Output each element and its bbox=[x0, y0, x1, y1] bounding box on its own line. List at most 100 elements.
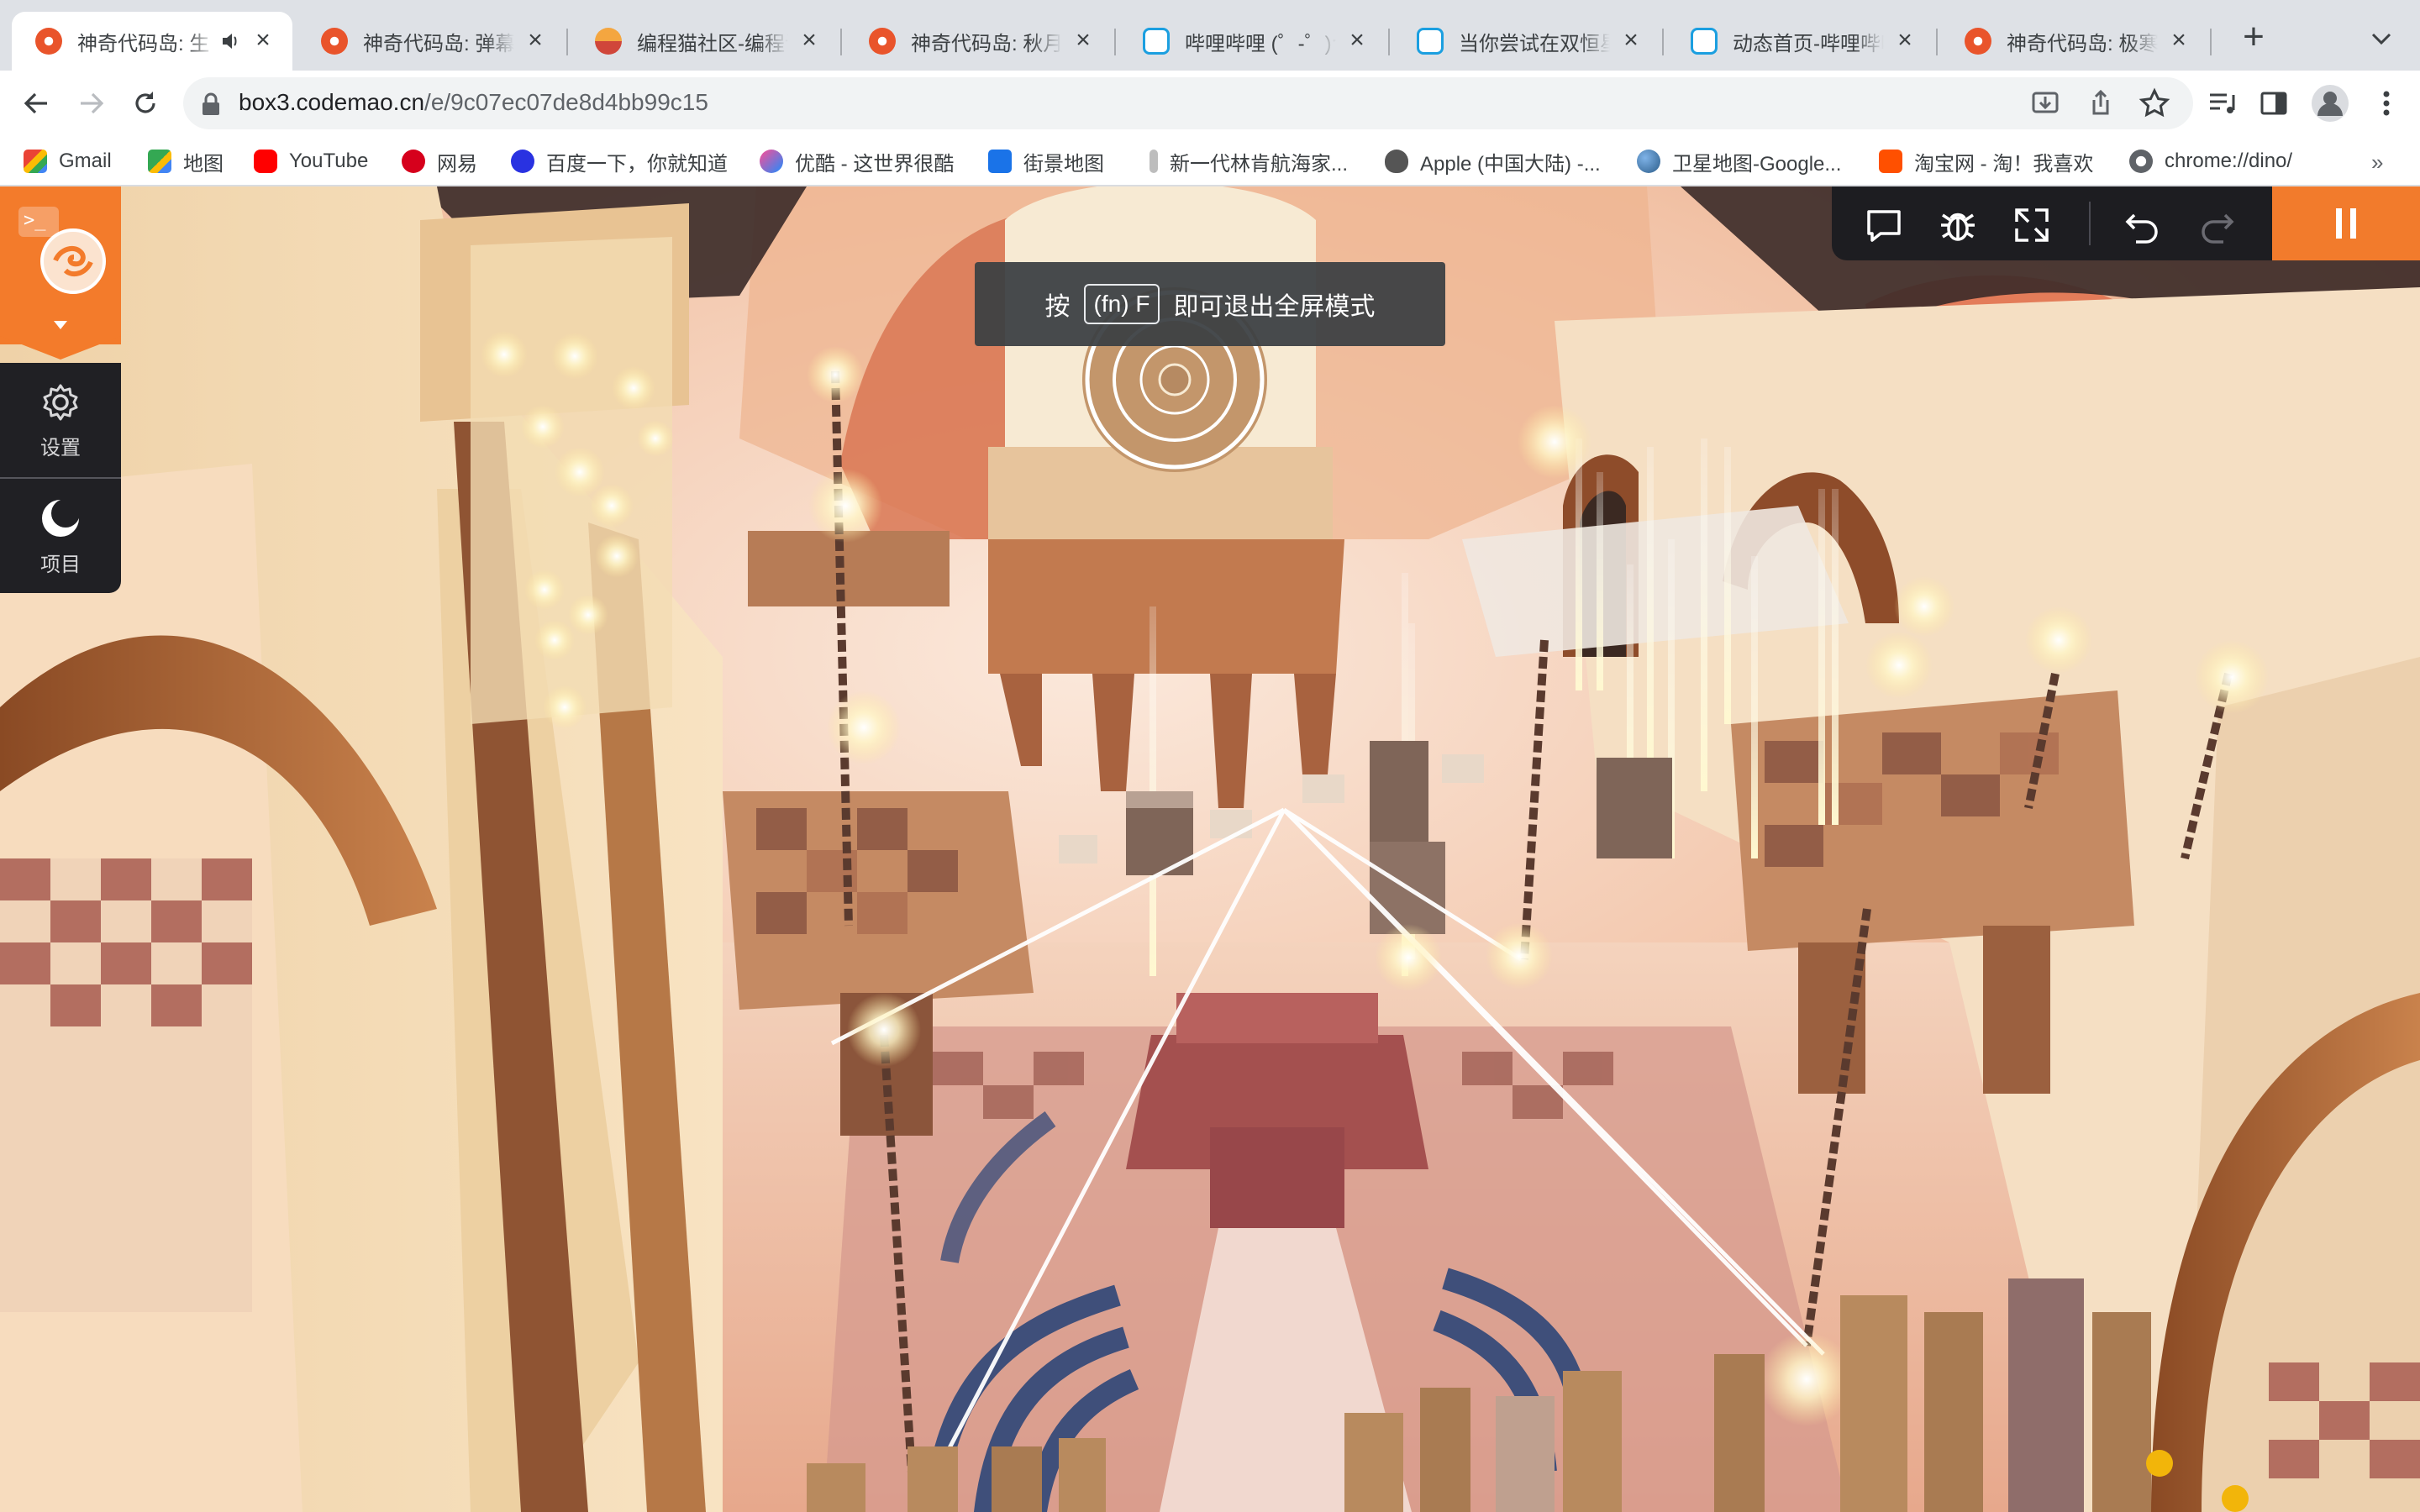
url-host: box3.codemao.cn bbox=[239, 89, 425, 115]
reload-button[interactable] bbox=[126, 84, 165, 123]
tab[interactable]: 神奇代码岛: 极寒之 × bbox=[1941, 12, 2208, 71]
menu-divider bbox=[0, 477, 121, 479]
tab-title: 神奇代码岛: 极寒之 bbox=[2007, 32, 2158, 55]
bookmark-lincoln[interactable]: 新一代林肯航海家... bbox=[1141, 144, 1348, 178]
bookmark-label: Apple (中国大陆) -... bbox=[1420, 152, 1601, 176]
url-path: /e/9c07ec07de8d4bb99c15 bbox=[424, 89, 708, 115]
tab[interactable]: 动态首页-哔哩哔哩 × bbox=[1667, 12, 1934, 71]
bookmark-youku[interactable]: 优酷 - 这世界很酷 bbox=[760, 144, 954, 178]
bookmark-baidu[interactable]: 百度一下，你就知道 bbox=[511, 144, 728, 178]
fullscreen-exit-hint: 按 (fn) F 即可退出全屏模式 bbox=[975, 262, 1445, 346]
bookmark-label: 街景地图 bbox=[1023, 152, 1104, 176]
close-tab-icon[interactable]: × bbox=[1892, 28, 1918, 54]
reload-icon bbox=[135, 92, 155, 113]
bookmark-label: 淘宝网 - 淘！我喜欢 bbox=[1914, 152, 2094, 176]
left-checker-floor bbox=[0, 858, 252, 1312]
close-tab-icon[interactable]: × bbox=[1071, 28, 1096, 54]
side-panel-icon[interactable] bbox=[2257, 87, 2291, 120]
kebab-menu-icon[interactable] bbox=[2370, 87, 2403, 120]
arrow-right-icon bbox=[81, 92, 104, 114]
bookmark-youtube[interactable]: YouTube bbox=[254, 144, 368, 178]
undo-icon[interactable] bbox=[2123, 205, 2163, 245]
tab-active[interactable]: 神奇代码岛: 生 × bbox=[12, 12, 292, 71]
bookmarks-overflow-button[interactable]: » bbox=[2371, 150, 2383, 176]
codemao-icon bbox=[35, 28, 62, 55]
close-tab-icon[interactable]: × bbox=[797, 28, 822, 54]
bookmark-label: 地图 bbox=[183, 152, 224, 176]
box3-logo[interactable] bbox=[40, 228, 106, 294]
bookmark-maps[interactable]: 地图 bbox=[148, 144, 224, 178]
menu-item-settings[interactable]: 设置 bbox=[0, 366, 121, 475]
install-app-icon[interactable] bbox=[2028, 87, 2062, 120]
bookmark-gmail[interactable]: Gmail bbox=[24, 144, 112, 178]
tab-title: 神奇代码岛: 弹幕游 bbox=[363, 32, 514, 55]
hint-suffix: 即可退出全屏模式 bbox=[1173, 293, 1376, 321]
bug-icon[interactable] bbox=[1938, 205, 1978, 245]
profile-avatar-icon[interactable] bbox=[2311, 84, 2349, 123]
bookmark-label: 百度一下，你就知道 bbox=[546, 152, 728, 176]
media-control-icon[interactable] bbox=[2205, 87, 2238, 120]
baidu-icon bbox=[511, 150, 534, 173]
tab-title: 哔哩哔哩 (゜-゜)つ bbox=[1185, 32, 1336, 55]
taobao-icon bbox=[1879, 150, 1902, 173]
pause-button[interactable] bbox=[2272, 186, 2420, 260]
close-tab-icon[interactable]: × bbox=[523, 28, 548, 54]
close-tab-icon[interactable]: × bbox=[250, 28, 276, 54]
codemao-cat-icon bbox=[595, 28, 622, 55]
bookmark-netease[interactable]: 网易 bbox=[402, 144, 477, 178]
share-icon[interactable] bbox=[2084, 87, 2118, 120]
tab[interactable]: 神奇代码岛: 秋月傳 × bbox=[845, 12, 1113, 71]
youku-icon bbox=[760, 150, 783, 173]
bookmark-taobao[interactable]: 淘宝网 - 淘！我喜欢 bbox=[1879, 144, 2093, 178]
comment-icon[interactable] bbox=[1864, 205, 1904, 245]
globe-icon bbox=[2129, 150, 2153, 173]
tab-separator bbox=[2210, 29, 2212, 55]
arrow-left-icon bbox=[24, 92, 47, 114]
dropdown-caret-icon[interactable] bbox=[52, 319, 69, 331]
new-tab-button[interactable]: + bbox=[2235, 18, 2272, 57]
bookmark-label: YouTube bbox=[289, 150, 369, 172]
bookmark-label: chrome://dino/ bbox=[2165, 150, 2293, 172]
menu-item-project[interactable]: 项目 bbox=[0, 482, 121, 591]
tab-separator bbox=[566, 29, 568, 55]
back-button[interactable] bbox=[17, 84, 55, 123]
bilibili-icon bbox=[1417, 28, 1444, 55]
apple-icon bbox=[1385, 150, 1408, 173]
bookmark-earth[interactable]: 卫星地图-Google... bbox=[1637, 144, 1841, 178]
tab[interactable]: 编程猫社区-编程论 × bbox=[571, 12, 839, 71]
chevron-down-icon[interactable] bbox=[2368, 25, 2395, 52]
close-tab-icon[interactable]: × bbox=[2166, 28, 2191, 54]
tab[interactable]: 当你尝试在双恒星 × bbox=[1393, 12, 1660, 71]
redo-icon[interactable] bbox=[2196, 205, 2237, 245]
youtube-icon bbox=[254, 150, 277, 173]
bookmark-streetview[interactable]: 街景地图 bbox=[988, 144, 1104, 178]
maps-icon bbox=[148, 150, 171, 173]
tab-separator bbox=[1388, 29, 1390, 55]
streetview-icon bbox=[988, 150, 1012, 173]
menu-item-label: 项目 bbox=[40, 553, 81, 576]
bookmark-label: Gmail bbox=[59, 150, 112, 172]
tab-separator bbox=[1114, 29, 1116, 55]
bookmark-label: 优酷 - 这世界很酷 bbox=[795, 152, 955, 176]
bookmark-dino[interactable]: chrome://dino/ bbox=[2129, 144, 2292, 178]
bookmark-star-icon[interactable] bbox=[2138, 87, 2171, 120]
bilibili-icon bbox=[1143, 28, 1170, 55]
url-text[interactable]: box3.codemao.cn/e/9c07ec07de8d4bb99c15 bbox=[239, 89, 708, 116]
gmail-icon bbox=[24, 150, 47, 173]
close-tab-icon[interactable]: × bbox=[1618, 28, 1644, 54]
forward-button[interactable] bbox=[72, 84, 111, 123]
tab[interactable]: 哔哩哔哩 (゜-゜)つ × bbox=[1119, 12, 1386, 71]
tab-separator bbox=[1936, 29, 1938, 55]
bookmark-label: 新一代林肯航海家... bbox=[1170, 152, 1349, 176]
tab-title: 编程猫社区-编程论 bbox=[637, 32, 788, 55]
tab-separator bbox=[840, 29, 842, 55]
speaker-icon[interactable] bbox=[220, 30, 242, 52]
editor-side-panel: >_ 设置 项目 bbox=[0, 186, 121, 593]
game-viewport[interactable]: 按 (fn) F 即可退出全屏模式 bbox=[0, 186, 2420, 1512]
bookmark-apple[interactable]: Apple (中国大陆) -... bbox=[1385, 144, 1601, 178]
address-bar[interactable]: box3.codemao.cn/e/9c07ec07de8d4bb99c15 bbox=[183, 77, 2193, 129]
fullscreen-icon[interactable] bbox=[2012, 205, 2052, 245]
close-tab-icon[interactable]: × bbox=[1344, 28, 1370, 54]
lock-icon[interactable] bbox=[200, 92, 222, 116]
tab[interactable]: 神奇代码岛: 弹幕游 × bbox=[297, 12, 565, 71]
